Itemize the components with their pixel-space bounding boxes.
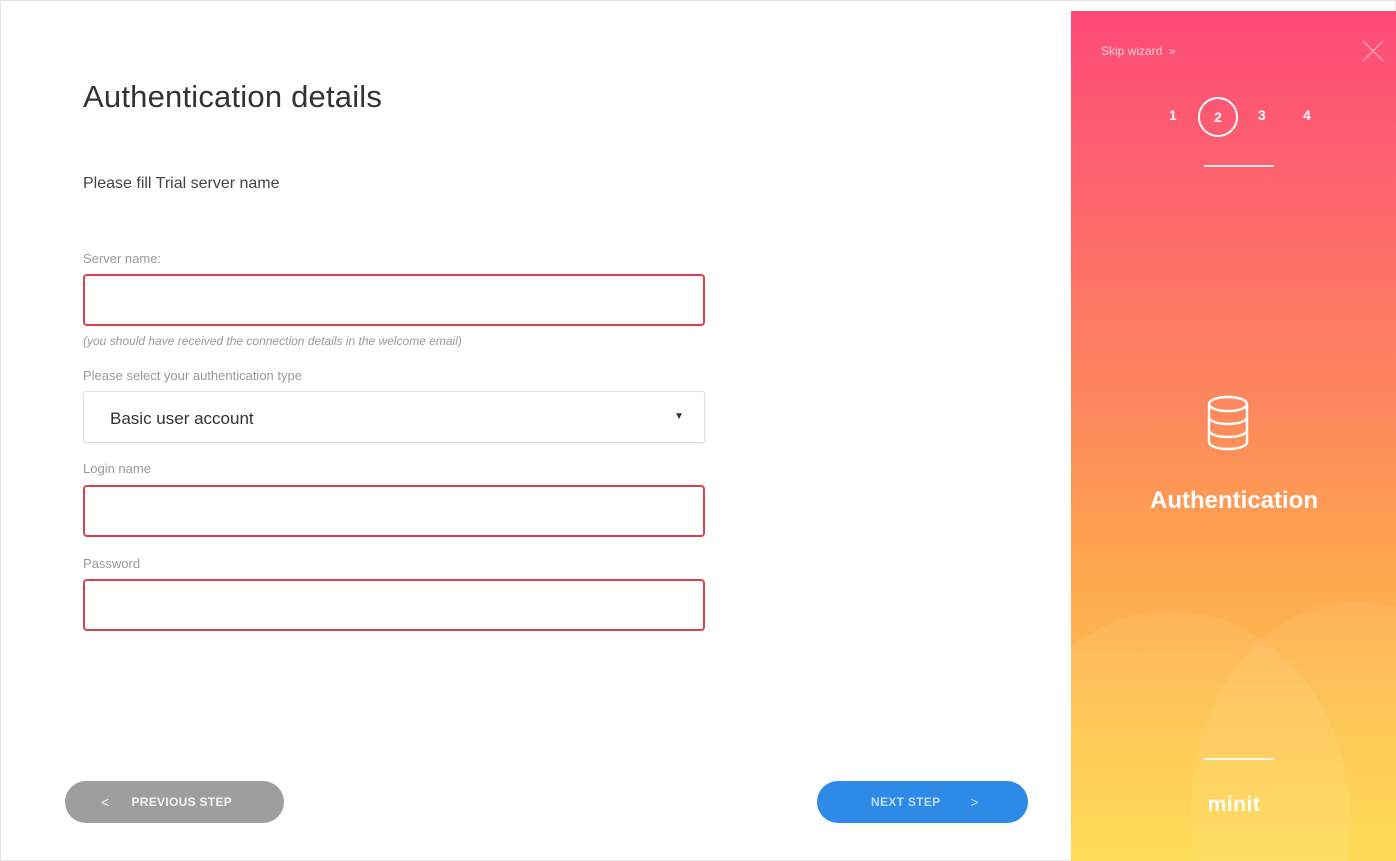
double-chevron-right-icon: » (1165, 44, 1176, 58)
server-name-hint: (you should have received the connection… (83, 334, 462, 348)
chevron-right-icon: > (970, 794, 979, 810)
password-input[interactable] (83, 579, 705, 631)
step-3[interactable]: 3 (1258, 107, 1266, 123)
previous-step-label: PREVIOUS STEP (131, 795, 233, 809)
server-name-label: Server name: (83, 251, 162, 266)
wizard-content: Authentication details Please fill Trial… (1, 1, 1071, 861)
step-1[interactable]: 1 (1169, 107, 1177, 123)
login-name-label: Login name (83, 461, 151, 476)
step-4[interactable]: 4 (1303, 107, 1311, 123)
caret-down-icon: ▼ (674, 411, 684, 422)
auth-type-label: Please select your authentication type (83, 368, 302, 383)
page-title: Authentication details (83, 79, 383, 114)
skip-wizard-link[interactable]: Skip wizard » (1101, 44, 1176, 58)
wizard-sidebar: Skip wizard » 1 2 3 4 Authentication min… (1071, 11, 1396, 861)
bottom-divider (1204, 758, 1274, 760)
chevron-left-icon: < (101, 794, 110, 810)
next-step-label: NEXT STEP (871, 795, 941, 809)
previous-step-button[interactable]: < PREVIOUS STEP (65, 781, 284, 823)
top-divider (1204, 165, 1274, 167)
auth-type-select[interactable]: Basic user account ▼ (83, 391, 705, 443)
login-name-input[interactable] (83, 485, 705, 537)
close-icon[interactable] (1361, 39, 1385, 63)
database-icon (1207, 395, 1249, 451)
server-name-input[interactable] (83, 274, 705, 326)
skip-wizard-label: Skip wizard (1101, 44, 1163, 58)
step-indicator: 1 2 3 4 (1071, 97, 1396, 137)
step-2-active[interactable]: 2 (1198, 97, 1238, 137)
auth-type-selected-value: Basic user account (110, 409, 254, 428)
next-step-button[interactable]: NEXT STEP > (817, 781, 1028, 823)
sidebar-section-title: Authentication (1150, 487, 1318, 514)
password-label: Password (83, 556, 141, 571)
wizard-window: Authentication details Please fill Trial… (0, 0, 1396, 861)
minit-logo: minit (1207, 793, 1261, 816)
page-subtitle: Please fill Trial server name (83, 175, 280, 192)
